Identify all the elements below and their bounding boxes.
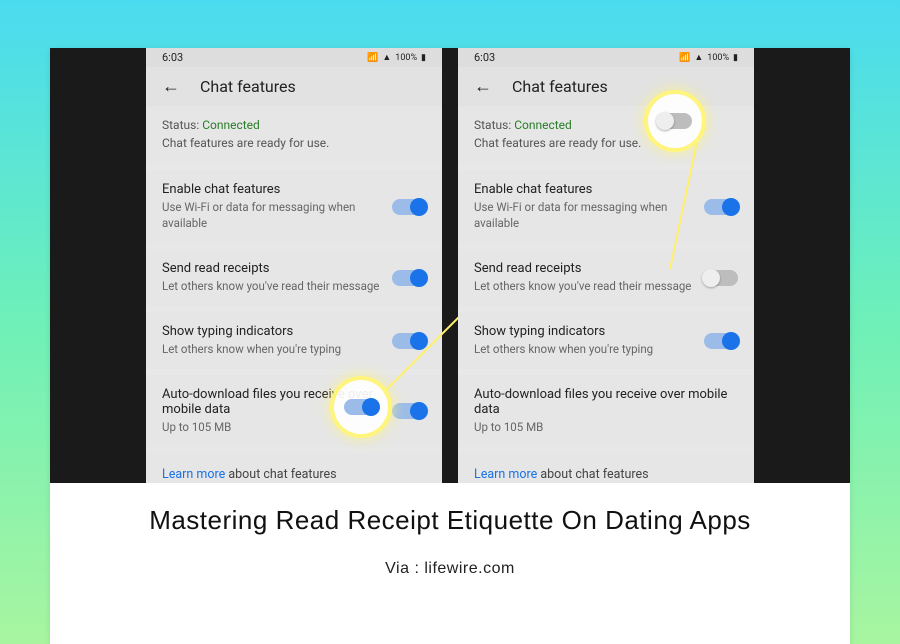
back-icon[interactable]: ←	[162, 78, 180, 96]
setting-title: Show typing indicators	[474, 324, 692, 339]
setting-enable-chat[interactable]: Enable chat features Use Wi-Fi or data f…	[458, 170, 754, 243]
setting-auto-download[interactable]: Auto-download files you receive over mob…	[146, 375, 442, 447]
toggle-enable-chat[interactable]	[392, 199, 426, 215]
setting-sub: Use Wi-Fi or data for messaging when ava…	[162, 199, 380, 231]
back-icon[interactable]: ←	[474, 78, 492, 96]
setting-title: Auto-download files you receive over mob…	[474, 387, 738, 417]
caption-block: Mastering Read Receipt Etiquette On Dati…	[50, 483, 850, 604]
learn-more-row: Learn more about chat features	[146, 453, 442, 483]
setting-sub: Up to 105 MB	[474, 419, 738, 435]
setting-sub: Use Wi-Fi or data for messaging when ava…	[474, 199, 692, 231]
network-icon: 📶	[679, 53, 690, 63]
learn-more-rest: about chat features	[537, 467, 648, 482]
setting-title: Enable chat features	[162, 182, 380, 197]
signal-icon: ▲	[694, 52, 703, 63]
status-value: Connected	[514, 118, 572, 132]
status-value: Connected	[202, 118, 260, 132]
app-header: ← Chat features	[146, 67, 442, 106]
status-bar: 6:03 📶 ▲ 100% ▮	[458, 48, 754, 67]
article-source: Via : lifewire.com	[70, 560, 830, 578]
battery-level: 100%	[707, 53, 729, 63]
status-label: Status:	[474, 118, 514, 132]
status-sub: Chat features are ready for use.	[474, 134, 738, 152]
learn-more-rest: about chat features	[225, 467, 336, 482]
phone-screenshot-right: 6:03 📶 ▲ 100% ▮ ← Chat features Status: …	[458, 48, 754, 483]
battery-icon: ▮	[733, 53, 738, 63]
learn-more-row: Learn more about chat features	[458, 453, 754, 483]
clock: 6:03	[474, 51, 495, 64]
setting-sub: Let others know when you're typing	[474, 341, 692, 357]
setting-typing-indicators[interactable]: Show typing indicators Let others know w…	[458, 312, 754, 369]
header-title: Chat features	[512, 77, 608, 96]
learn-more-link[interactable]: Learn more	[474, 467, 537, 482]
connection-status: Status: Connected Chat features are read…	[146, 106, 442, 164]
setting-sub: Up to 105 MB	[162, 419, 380, 435]
setting-enable-chat[interactable]: Enable chat features Use Wi-Fi or data f…	[146, 170, 442, 243]
toggle-read-receipts[interactable]	[392, 270, 426, 286]
setting-sub: Let others know when you're typing	[162, 341, 380, 357]
signal-icon: ▲	[382, 52, 391, 63]
article-title: Mastering Read Receipt Etiquette On Dati…	[70, 505, 830, 536]
setting-typing-indicators[interactable]: Show typing indicators Let others know w…	[146, 312, 442, 369]
status-label: Status:	[162, 118, 202, 132]
setting-sub: Let others know you've read their messag…	[474, 278, 692, 294]
status-icons: 📶 ▲ 100% ▮	[367, 52, 426, 63]
app-header: ← Chat features	[458, 67, 754, 106]
screenshots-container: 6:03 📶 ▲ 100% ▮ ← Chat features Status: …	[50, 48, 850, 483]
toggle-enable-chat[interactable]	[704, 199, 738, 215]
setting-title: Send read receipts	[162, 261, 380, 276]
setting-sub: Let others know you've read their messag…	[162, 278, 380, 294]
status-bar: 6:03 📶 ▲ 100% ▮	[146, 48, 442, 67]
connection-status: Status: Connected Chat features are read…	[458, 106, 754, 164]
toggle-typing-indicators[interactable]	[392, 333, 426, 349]
setting-title: Send read receipts	[474, 261, 692, 276]
toggle-auto-download[interactable]	[392, 403, 426, 419]
setting-title: Auto-download files you receive over mob…	[162, 387, 380, 417]
network-icon: 📶	[367, 53, 378, 63]
article-card: 6:03 📶 ▲ 100% ▮ ← Chat features Status: …	[50, 48, 850, 644]
setting-read-receipts[interactable]: Send read receipts Let others know you'v…	[146, 249, 442, 306]
header-title: Chat features	[200, 77, 296, 96]
setting-title: Enable chat features	[474, 182, 692, 197]
learn-more-link[interactable]: Learn more	[162, 467, 225, 482]
phone-screenshot-left: 6:03 📶 ▲ 100% ▮ ← Chat features Status: …	[146, 48, 442, 483]
status-sub: Chat features are ready for use.	[162, 134, 426, 152]
setting-read-receipts[interactable]: Send read receipts Let others know you'v…	[458, 249, 754, 306]
toggle-read-receipts[interactable]	[704, 270, 738, 286]
status-icons: 📶 ▲ 100% ▮	[679, 52, 738, 63]
setting-title: Show typing indicators	[162, 324, 380, 339]
setting-auto-download[interactable]: Auto-download files you receive over mob…	[458, 375, 754, 447]
clock: 6:03	[162, 51, 183, 64]
battery-icon: ▮	[421, 53, 426, 63]
battery-level: 100%	[395, 53, 417, 63]
toggle-typing-indicators[interactable]	[704, 333, 738, 349]
